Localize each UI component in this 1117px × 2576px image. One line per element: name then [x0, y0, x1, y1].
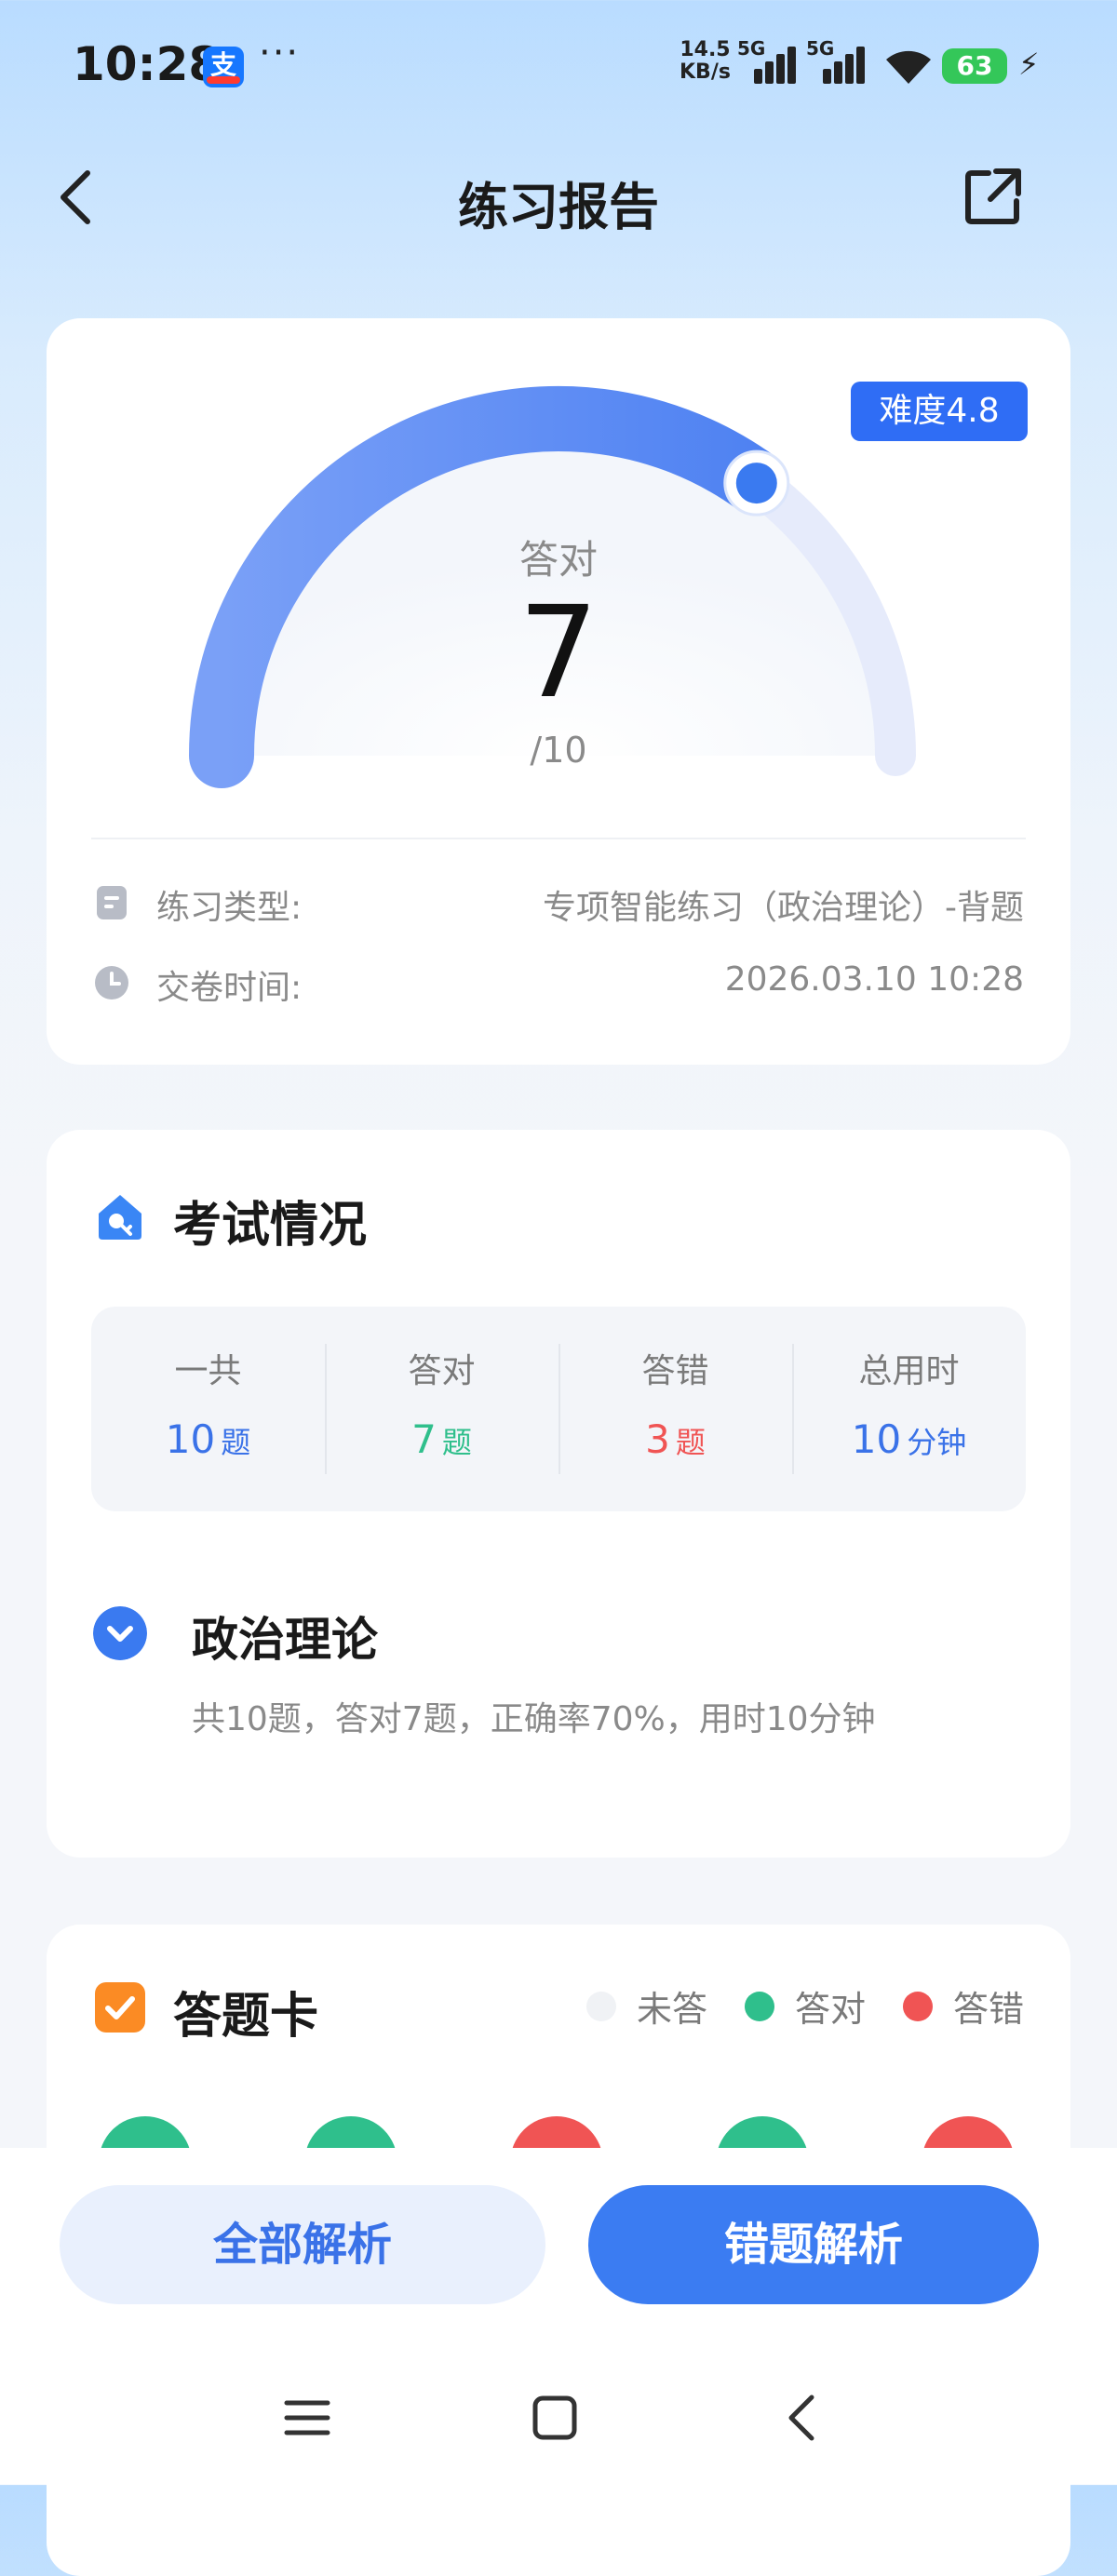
answer-card-title: 答题卡	[173, 1989, 319, 2045]
correct-count: 7	[518, 580, 599, 727]
gauge-knob-dot	[735, 463, 777, 504]
stat-correct: 答对 7题	[325, 1307, 558, 1511]
practice-type-label: 练习类型:	[156, 889, 303, 927]
clock-icon	[95, 966, 128, 1000]
more-notifications: ···	[259, 32, 301, 74]
share-button[interactable]	[962, 166, 1024, 227]
exam-section-title: 考试情况	[173, 1198, 368, 1254]
subject-description: 共10题，答对7题，正确率70%，用时10分钟	[192, 1700, 876, 1738]
alipay-icon: 支	[203, 47, 244, 87]
stat-label: 一共	[174, 1352, 242, 1390]
charging-icon: ⚡	[1018, 47, 1040, 82]
status-bar: 10:28 支 ··· 14.5 KB/s 5G 5G 63 ⚡	[0, 0, 1117, 130]
submit-time-row: 交卷时间: 2026.03.10 10:28	[93, 957, 1024, 1009]
practice-type-value: 专项智能练习（政治理论）-背题	[543, 889, 1024, 927]
chevron-down-icon[interactable]	[93, 1606, 147, 1660]
bottom-action-bar: 全部解析 错题解析	[0, 2148, 1117, 2485]
wifi-icon	[886, 50, 931, 84]
stat-value: 10 题	[165, 1416, 251, 1462]
stats-panel: 一共 10 题 答对 7题 答错 3题 总用时 10 分钟	[91, 1307, 1026, 1511]
nav-back-icon[interactable]	[774, 2390, 830, 2446]
stat-duration: 总用时 10 分钟	[792, 1307, 1026, 1511]
battery-icon: 63	[942, 48, 1007, 84]
stat-wrong: 答错 3题	[558, 1307, 792, 1511]
practice-type-row: 练习类型: 专项智能练习（政治理论）-背题	[93, 877, 1024, 929]
wrong-analysis-button[interactable]: 错题解析	[588, 2185, 1039, 2304]
exam-summary-card: 考试情况 一共 10 题 答对 7题 答错 3题 总用时 10 分钟 政治理论 共1…	[47, 1130, 1070, 1858]
subject-title[interactable]: 政治理论	[192, 1603, 378, 1670]
stat-value: 3题	[645, 1416, 706, 1462]
stat-value: 10 分钟	[851, 1416, 967, 1462]
legend: 未答 答对 答错	[549, 1980, 1024, 2032]
checkbox-icon	[95, 1982, 145, 2033]
stat-value: 7题	[411, 1416, 472, 1462]
net-speed-value: 14.5	[680, 38, 731, 61]
legend-correct: 答对	[744, 1980, 866, 2032]
correct-label: 答对	[518, 537, 598, 583]
signal-icon-2: 5G	[806, 37, 865, 84]
net-speed-unit: KB/s	[680, 60, 731, 84]
legend-wrong: 答错	[902, 1980, 1024, 2032]
submit-time-label: 交卷时间:	[156, 969, 303, 1007]
difficulty-badge: 难度4.8	[851, 382, 1028, 441]
stat-label: 答错	[641, 1352, 709, 1390]
document-icon	[97, 886, 127, 919]
stat-label: 答对	[408, 1352, 476, 1390]
score-card: 难度4.8 答对 7 /10 练习类型: 专项智能练习（政治理论）-背题 交卷时…	[47, 318, 1070, 1065]
submit-time-value: 2026.03.10 10:28	[724, 960, 1024, 999]
all-analysis-button[interactable]: 全部解析	[60, 2185, 545, 2304]
stat-label: 总用时	[858, 1352, 960, 1390]
key-icon	[99, 1195, 141, 1240]
menu-icon[interactable]	[279, 2390, 335, 2446]
signal-icon: 5G	[737, 37, 796, 84]
legend-unanswered: 未答	[585, 1980, 707, 2032]
page-title: 练习报告	[458, 178, 659, 236]
stat-total: 一共 10 题	[91, 1307, 325, 1511]
network-speed: 14.5 KB/s	[680, 39, 731, 84]
total-count: /10	[530, 730, 587, 771]
divider	[91, 838, 1026, 839]
home-icon[interactable]	[527, 2390, 583, 2446]
status-time: 10:28	[73, 37, 222, 91]
